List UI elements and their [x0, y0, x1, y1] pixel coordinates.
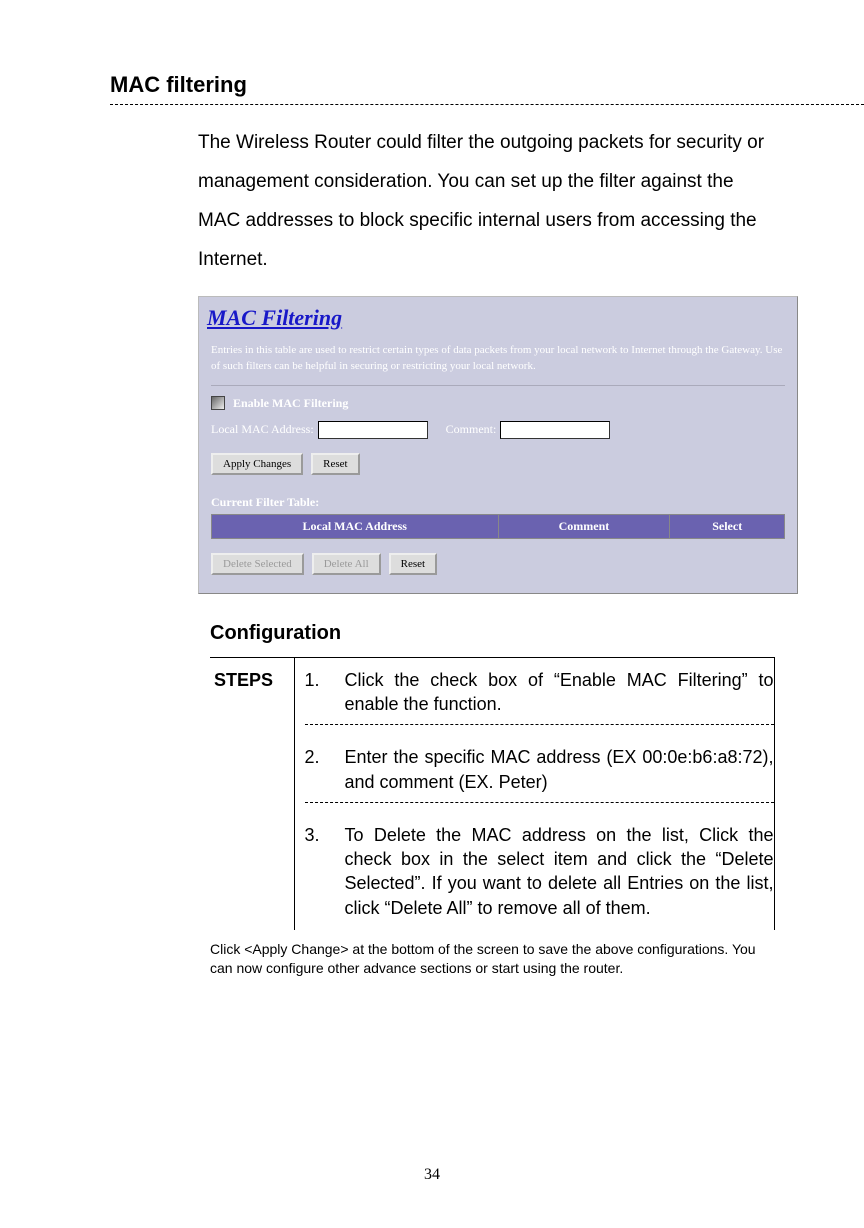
step-divider: [305, 724, 774, 725]
router-panel-description: Entries in this table are used to restri…: [199, 333, 797, 383]
step-text: Click the check box of “Enable MAC Filte…: [345, 668, 774, 717]
filter-table: Local MAC Address Comment Select: [211, 514, 785, 539]
comment-input[interactable]: [500, 421, 610, 439]
reset-button-2[interactable]: Reset: [389, 553, 437, 575]
enable-mac-filtering-label: Enable MAC Filtering: [233, 396, 348, 411]
intro-paragraph: The Wireless Router could filter the out…: [198, 124, 774, 280]
filter-table-caption: Current Filter Table:: [211, 495, 785, 510]
router-screenshot-panel: MAC Filtering Entries in this table are …: [198, 296, 798, 594]
delete-all-button[interactable]: Delete All: [312, 553, 381, 575]
router-panel-title: MAC Filtering: [199, 297, 797, 333]
section-title: MAC filtering: [110, 72, 804, 98]
reset-button[interactable]: Reset: [311, 453, 359, 475]
filter-table-col-mac: Local MAC Address: [212, 514, 499, 538]
step-text: Enter the specific MAC address (EX 00:0e…: [345, 745, 774, 794]
delete-selected-button[interactable]: Delete Selected: [211, 553, 304, 575]
step-number: 3.: [305, 823, 327, 920]
filter-table-col-comment: Comment: [498, 514, 670, 538]
router-divider: [211, 385, 785, 386]
filter-table-col-select: Select: [670, 514, 785, 538]
step-text: To Delete the MAC address on the list, C…: [345, 823, 774, 920]
enable-mac-filtering-checkbox[interactable]: [211, 396, 225, 410]
local-mac-input[interactable]: [318, 421, 428, 439]
step-number: 1.: [305, 668, 327, 717]
apply-changes-button[interactable]: Apply Changes: [211, 453, 303, 475]
steps-label: STEPS: [210, 657, 294, 930]
title-underline: [110, 104, 864, 105]
step-divider: [305, 802, 774, 803]
configuration-heading: Configuration: [210, 622, 804, 645]
local-mac-label: Local MAC Address:: [211, 422, 314, 437]
step-number: 2.: [305, 745, 327, 794]
apply-change-note: Click <Apply Change> at the bottom of th…: [210, 940, 776, 978]
comment-label: Comment:: [446, 422, 497, 437]
page-number: 34: [0, 1166, 864, 1184]
